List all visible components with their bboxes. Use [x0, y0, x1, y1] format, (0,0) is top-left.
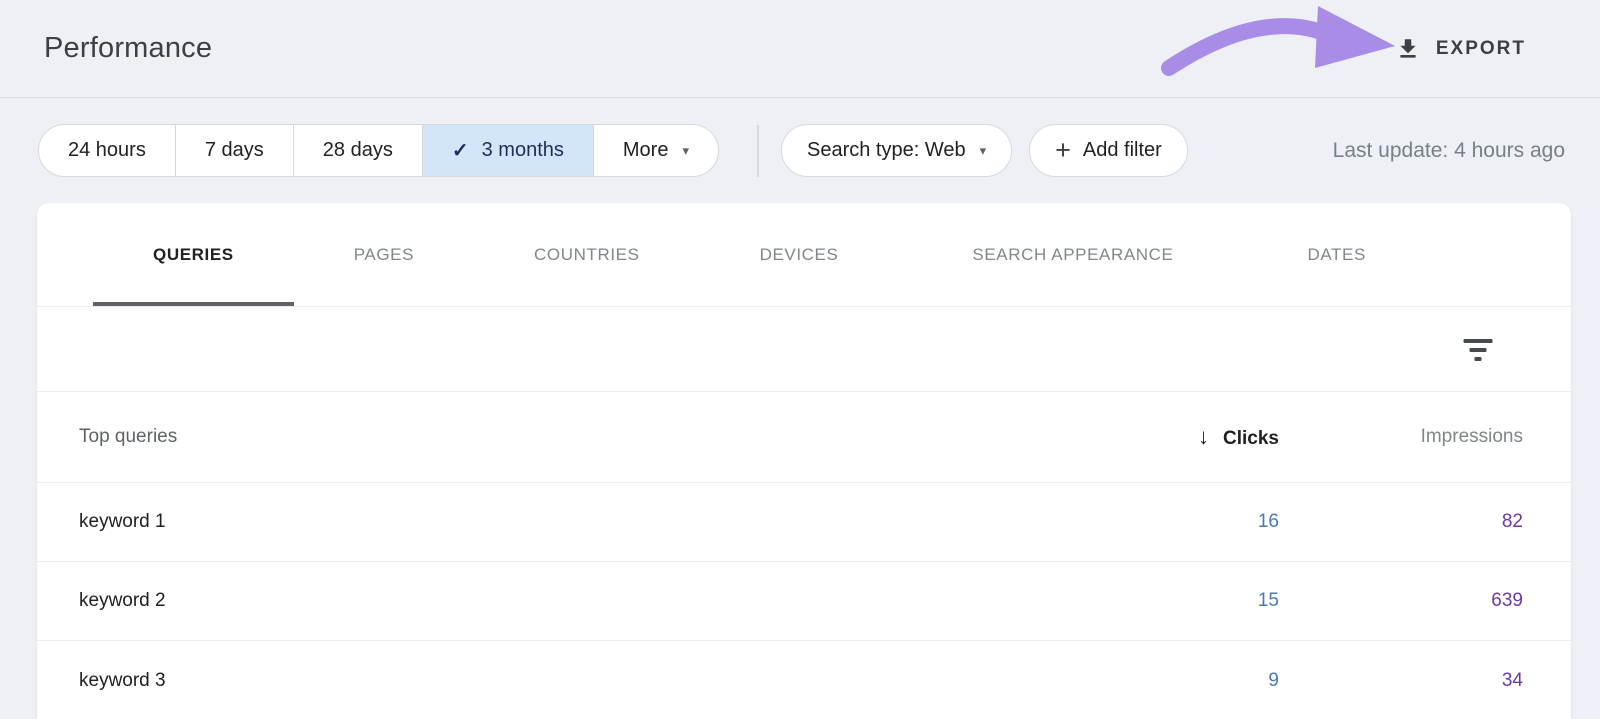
report-card: QUERIES PAGES COUNTRIES DEVICES SEARCH A… — [37, 203, 1571, 719]
date-range-28-days[interactable]: 28 days — [293, 125, 422, 176]
check-icon: ✓ — [452, 138, 469, 163]
tab-pages[interactable]: PAGES — [294, 203, 474, 306]
date-range-more-button[interactable]: More ▾ — [593, 125, 718, 176]
export-button[interactable]: EXPORT — [1395, 36, 1526, 62]
impressions-cell: 34 — [1279, 670, 1523, 692]
tab-label: SEARCH APPEARANCE — [972, 245, 1173, 265]
divider — [757, 125, 759, 177]
clicks-cell: 15 — [1079, 590, 1279, 612]
export-label: EXPORT — [1436, 38, 1526, 60]
date-range-label: 24 hours — [68, 139, 146, 162]
page-title: Performance — [44, 32, 212, 65]
add-filter-label: Add filter — [1083, 139, 1162, 162]
date-range-label: 28 days — [323, 139, 393, 162]
column-header-impressions[interactable]: Impressions — [1279, 426, 1523, 448]
tabs-row: QUERIES PAGES COUNTRIES DEVICES SEARCH A… — [37, 203, 1571, 307]
table-filter-row — [37, 307, 1571, 392]
tab-search-appearance[interactable]: SEARCH APPEARANCE — [912, 203, 1233, 306]
search-type-button[interactable]: Search type: Web ▾ — [781, 124, 1012, 177]
active-tab-underline — [93, 302, 294, 306]
query-cell: keyword 3 — [79, 670, 1079, 692]
date-range-24-hours[interactable]: 24 hours — [39, 125, 175, 176]
column-header-clicks[interactable]: ↓ Clicks — [1079, 424, 1279, 450]
tab-devices[interactable]: DEVICES — [700, 203, 899, 306]
column-header-top-queries[interactable]: Top queries — [79, 426, 1079, 448]
table-header: Top queries ↓ Clicks Impressions — [37, 392, 1571, 483]
clicks-cell: 9 — [1079, 670, 1279, 692]
tab-label: DEVICES — [760, 245, 839, 265]
date-range-label: 3 months — [482, 139, 564, 162]
more-label: More — [623, 139, 669, 162]
sort-descending-icon: ↓ — [1198, 424, 1209, 449]
annotation-arrow — [1155, 4, 1405, 88]
impressions-cell: 82 — [1279, 511, 1523, 533]
table-row[interactable]: keyword 3 9 34 — [37, 641, 1571, 719]
tab-label: COUNTRIES — [534, 245, 640, 265]
date-range-7-days[interactable]: 7 days — [175, 125, 293, 176]
impressions-cell: 639 — [1279, 590, 1523, 612]
tab-dates[interactable]: DATES — [1247, 203, 1425, 306]
tab-countries[interactable]: COUNTRIES — [474, 203, 700, 306]
clicks-header-label: Clicks — [1223, 428, 1279, 449]
plus-icon: + — [1055, 137, 1071, 164]
top-header: Performance EXPORT — [0, 0, 1600, 98]
table-row[interactable]: keyword 2 15 639 — [37, 562, 1571, 641]
filter-icon[interactable] — [1463, 338, 1493, 360]
tab-label: PAGES — [354, 245, 414, 265]
download-icon — [1395, 36, 1421, 62]
table-row[interactable]: keyword 1 16 82 — [37, 483, 1571, 562]
chevron-down-icon: ▾ — [682, 143, 689, 159]
tab-queries[interactable]: QUERIES — [93, 203, 294, 306]
search-type-label: Search type: Web — [807, 139, 966, 162]
query-cell: keyword 1 — [79, 511, 1079, 533]
tab-label: DATES — [1307, 245, 1365, 265]
add-filter-button[interactable]: + Add filter — [1029, 124, 1188, 177]
query-cell: keyword 2 — [79, 590, 1079, 612]
date-range-group: 24 hours 7 days 28 days ✓ 3 months More … — [38, 124, 719, 177]
clicks-cell: 16 — [1079, 511, 1279, 533]
date-range-3-months[interactable]: ✓ 3 months — [422, 125, 593, 176]
chevron-down-icon: ▾ — [980, 143, 987, 159]
tab-label: QUERIES — [153, 245, 234, 265]
date-range-label: 7 days — [205, 139, 264, 162]
last-update-text: Last update: 4 hours ago — [1333, 139, 1565, 163]
filter-bar: 24 hours 7 days 28 days ✓ 3 months More … — [0, 98, 1600, 203]
